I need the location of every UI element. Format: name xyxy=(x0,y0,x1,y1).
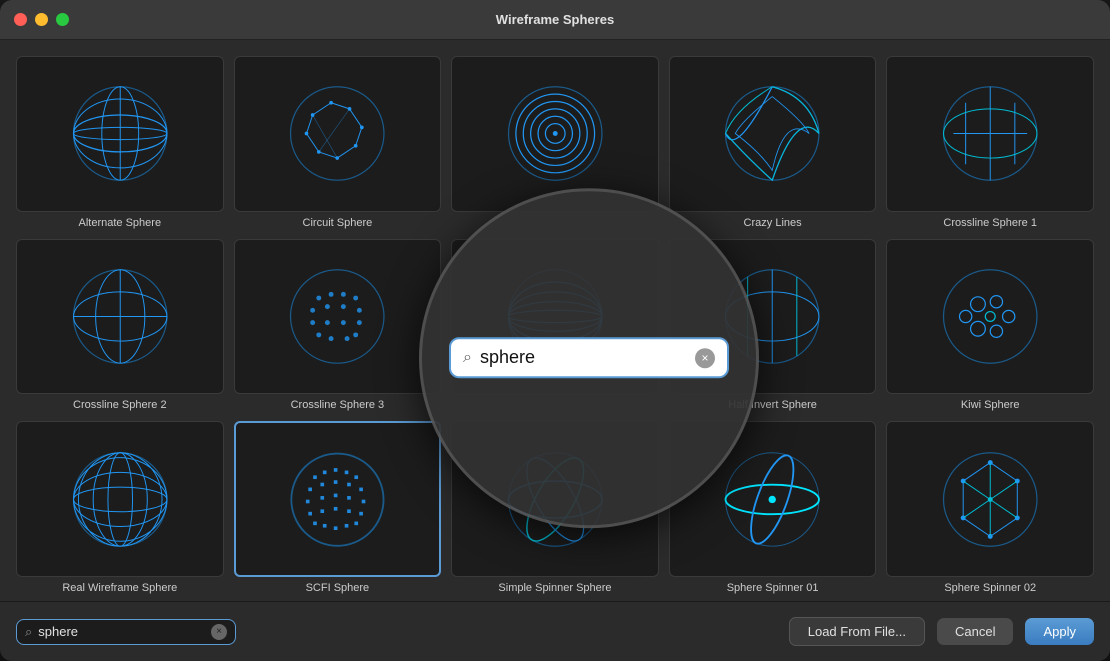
item-preview xyxy=(886,56,1094,212)
item-preview xyxy=(234,56,442,212)
magnifier-overlay: ⌕ sphere × xyxy=(419,188,759,528)
item-label: Circuit Sphere xyxy=(299,217,377,229)
item-label: Kiwi Sphere xyxy=(957,399,1024,411)
item-label: Simple Spinner Sphere xyxy=(494,582,615,594)
list-item[interactable]: Crossline Sphere 2 xyxy=(16,239,224,412)
title-bar: Wireframe Spheres xyxy=(0,0,1110,40)
window-title: Wireframe Spheres xyxy=(496,12,614,27)
list-item[interactable]: Crossline Sphere 3 xyxy=(234,239,442,412)
magnifier-search-text: sphere xyxy=(480,347,687,368)
maximize-button[interactable] xyxy=(56,13,69,26)
item-preview xyxy=(451,56,659,212)
bottom-bar: ⌕ × Load From File... Cancel Apply xyxy=(0,601,1110,661)
item-preview xyxy=(886,421,1094,577)
search-input[interactable] xyxy=(38,624,205,639)
magnifier-search-icon: ⌕ xyxy=(463,349,472,367)
minimize-button[interactable] xyxy=(35,13,48,26)
apply-button[interactable]: Apply xyxy=(1025,618,1094,645)
item-label: SCFI Sphere xyxy=(302,582,374,594)
main-window: Wireframe Spheres Alternate Sphere xyxy=(0,0,1110,661)
item-preview xyxy=(886,239,1094,395)
item-label: Alternate Sphere xyxy=(75,217,166,229)
cancel-button[interactable]: Cancel xyxy=(937,618,1013,645)
item-label: Crazy Lines xyxy=(740,217,806,229)
close-button[interactable] xyxy=(14,13,27,26)
search-container: ⌕ × xyxy=(16,619,236,645)
item-label: Crossline Sphere 3 xyxy=(287,399,389,411)
list-item[interactable]: Crazy Lines xyxy=(669,56,877,229)
list-item[interactable]: Sphere Spinner 02 xyxy=(886,421,1094,594)
list-item[interactable]: Alternate Sphere xyxy=(16,56,224,229)
item-label: Real Wireframe Sphere xyxy=(58,582,181,594)
item-preview xyxy=(669,56,877,212)
list-item[interactable]: Circuit Sphere xyxy=(234,56,442,229)
item-preview xyxy=(16,421,224,577)
item-label: Crossline Sphere 2 xyxy=(69,399,171,411)
list-item[interactable]: Kiwi Sphere xyxy=(886,239,1094,412)
item-preview xyxy=(234,421,442,577)
load-from-file-button[interactable]: Load From File... xyxy=(789,617,925,646)
search-icon: ⌕ xyxy=(25,624,32,640)
magnifier-search-container: ⌕ sphere × xyxy=(449,337,729,378)
traffic-lights xyxy=(14,13,69,26)
item-preview xyxy=(16,56,224,212)
magnifier-clear-button[interactable]: × xyxy=(695,348,715,368)
item-label: Crossline Sphere 1 xyxy=(939,217,1041,229)
item-preview xyxy=(234,239,442,395)
list-item[interactable]: Crossline Sphere 1 xyxy=(886,56,1094,229)
list-item[interactable]: SCFI Sphere xyxy=(234,421,442,594)
item-label: Sphere Spinner 02 xyxy=(940,582,1040,594)
clear-button[interactable]: × xyxy=(211,624,227,640)
item-preview xyxy=(16,239,224,395)
list-item[interactable]: Real Wireframe Sphere xyxy=(16,421,224,594)
item-label: Sphere Spinner 01 xyxy=(723,582,823,594)
